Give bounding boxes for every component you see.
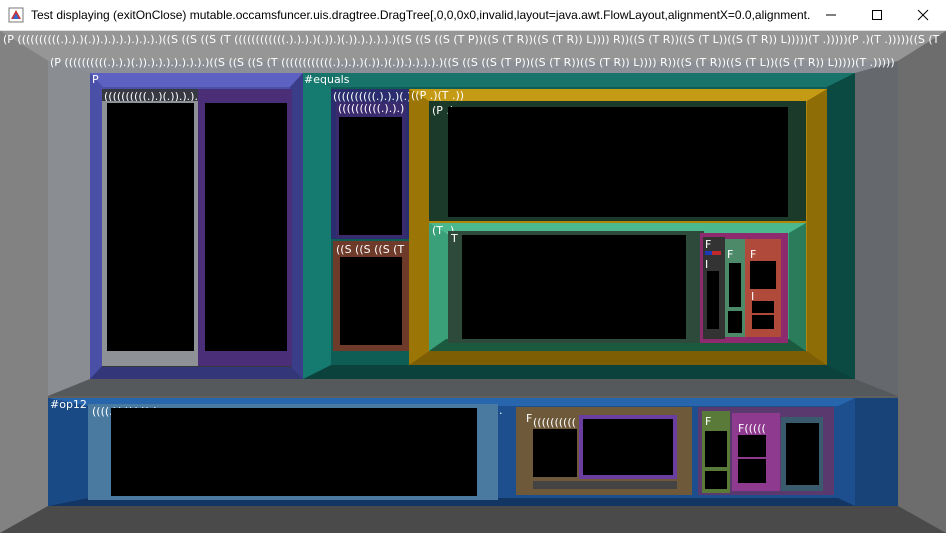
f-branch-1-bar-red: [712, 251, 721, 255]
minimize-icon: [825, 6, 837, 25]
maximize-button[interactable]: [854, 0, 900, 31]
java-app-icon: [8, 7, 24, 23]
f-branch-3-body-mid: [752, 301, 774, 313]
op12-right-edge: [855, 398, 898, 506]
op12-f2-label: F: [705, 416, 712, 428]
op12-f1-body-left: [533, 429, 577, 477]
op12-f4-body: [786, 423, 819, 485]
f-branch-3-label: F: [750, 249, 757, 261]
op12-f1-label: F: [526, 413, 533, 425]
p-node-label: P: [92, 74, 99, 86]
close-button[interactable]: [900, 0, 946, 31]
f-branch-2-body-lower: [728, 311, 742, 333]
close-icon: [917, 6, 929, 25]
t-letter-body: [462, 235, 686, 339]
equals-child-b-body: [340, 257, 402, 345]
f-branch-1-i: I: [705, 259, 709, 271]
op12-f2-body: [705, 431, 727, 467]
f-branch-2-body: [729, 263, 741, 307]
window-title-bar[interactable]: Test displaying (exitOnClose) mutable.oc…: [0, 0, 946, 31]
op12-f3-body: [738, 435, 766, 457]
window-title: Test displaying (exitOnClose) mutable.oc…: [31, 8, 811, 22]
op12-dot-label: .: [499, 405, 503, 417]
p-child-left-body: [107, 103, 194, 351]
f-branch-3-body: [750, 261, 776, 289]
p-dot-body: [448, 107, 788, 217]
t-letter-label: T: [451, 233, 458, 245]
op12-f2-body-low: [705, 471, 727, 489]
f-branch-1-body: [707, 271, 719, 329]
op12-child-body: [111, 408, 477, 496]
op12-f1-inner-body: [583, 419, 673, 475]
maximize-icon: [871, 6, 883, 25]
drag-tree-canvas[interactable]: (P ((((((((((.).).)(.)).).).).).).).).)(…: [0, 31, 946, 533]
equals-child-a-inner-label: ((((((((((.).).): [338, 103, 405, 115]
f-branch-3-body-low: [752, 315, 774, 329]
root-expression-label: (P ((((((((((.).).)(.)).).).).).).).).)(…: [3, 34, 943, 46]
f-branch-1-label: F: [705, 239, 712, 251]
op12-f1-bar: [533, 481, 677, 489]
p-child-right-body: [205, 103, 287, 351]
minimize-button[interactable]: [808, 0, 854, 31]
op12-node-label: #op12: [50, 399, 87, 411]
op12-f3-body-low: [738, 459, 766, 483]
op12-f1-child-label: ((((((((((: [533, 417, 576, 429]
child-expression-label: (P ((((((((((.).).)(.)).).).).).).).).)(…: [50, 57, 895, 69]
op12-f3-label: F(((((: [738, 423, 766, 435]
equals-node-label: #equals: [304, 74, 350, 86]
equals-child-b-label: ((S ((S ((S (T: [336, 244, 405, 256]
f-branch-2-label: F: [727, 249, 734, 261]
equals-child-a-body: [339, 117, 402, 235]
